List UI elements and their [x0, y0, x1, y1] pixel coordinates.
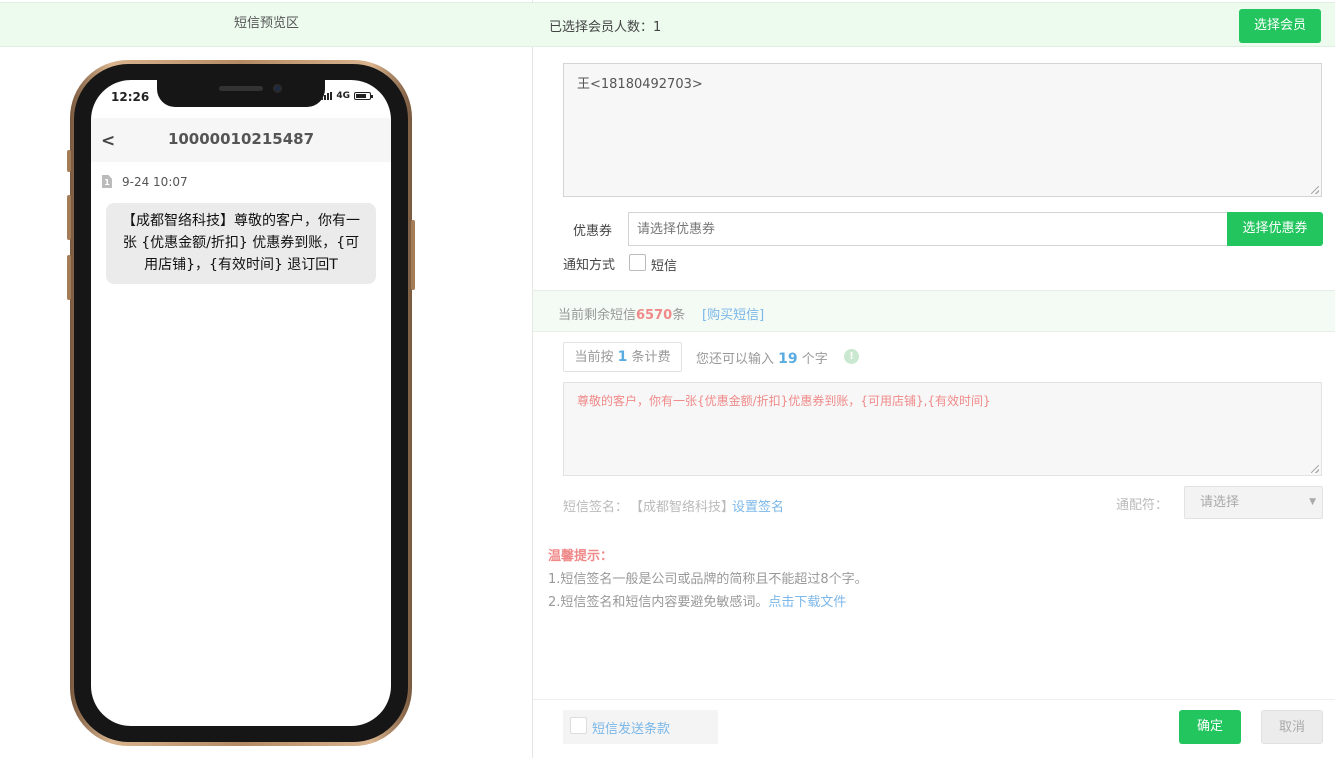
sms-content-textarea[interactable]: 尊敬的客户，你有一张{优惠金额/折扣}优惠券到账，{可用店铺},{有效时间}	[563, 382, 1322, 476]
sms-notify-label: 短信	[651, 259, 678, 274]
form-header: 已选择会员人数：1 选择会员	[533, 2, 1335, 47]
remain-suffix: 个字	[801, 352, 828, 367]
phone-side-button	[67, 195, 71, 240]
selected-member-entry: 王<18180492703>	[577, 77, 703, 92]
buy-sms-link[interactable]: [购买短信]	[702, 304, 764, 323]
chevron-down-icon: ▼	[1309, 497, 1316, 507]
selected-count-label: 已选择会员人数：	[549, 20, 654, 35]
info-icon[interactable]: !	[844, 349, 859, 364]
select-coupon-button[interactable]: 选择优惠券	[1227, 212, 1323, 246]
selected-member-count: 已选择会员人数：1	[549, 16, 661, 35]
tip-item: 2.短信签名和短信内容要避免敏感词。点击下载文件	[548, 591, 846, 610]
sms-quota-bar: 当前剩余短信6570条 [购买短信]	[533, 290, 1335, 332]
quota-prefix: 当前剩余短信	[558, 308, 637, 323]
sender-number: 10000010215487	[167, 130, 315, 148]
terms-link[interactable]: 短信发送条款	[592, 718, 670, 737]
billing-indicator: 当前按 1 条计费	[563, 342, 682, 372]
footer-divider	[533, 699, 1335, 700]
terms-checkbox[interactable]	[570, 717, 587, 734]
sms-compose-page: 短信预览区 12:26 4G < 10000010215487 1 9-24 1…	[0, 0, 1335, 758]
notify-method-label: 通知方式	[563, 258, 616, 273]
phone-notch	[157, 80, 325, 107]
billing-suffix: 条计费	[631, 350, 671, 365]
camera-icon	[273, 84, 282, 93]
preview-panel: 短信预览区 12:26 4G < 10000010215487 1 9-24 1…	[0, 0, 533, 758]
resize-handle-icon[interactable]	[1311, 186, 1319, 194]
network-label: 4G	[336, 91, 350, 101]
billing-prefix: 当前按	[574, 350, 614, 365]
phone-side-button	[67, 255, 71, 300]
phone-side-button	[67, 150, 71, 172]
remain-count: 19	[778, 351, 798, 367]
select-member-button[interactable]: 选择会员	[1239, 9, 1321, 43]
phone-screen: 12:26 4G < 10000010215487 1 9-24 10:07 【…	[91, 80, 391, 726]
cancel-button[interactable]: 取消	[1261, 710, 1323, 744]
wildcard-select[interactable]: 请选择 ▼	[1184, 486, 1323, 519]
confirm-button[interactable]: 确定	[1179, 710, 1241, 744]
battery-icon	[354, 92, 373, 100]
sms-content-text: 尊敬的客户，你有一张{优惠金额/折扣}优惠券到账，{可用店铺},{有效时间}	[577, 394, 991, 408]
signature-value: 【成都智络科技】	[630, 500, 735, 515]
preview-panel-title: 短信预览区	[0, 2, 533, 47]
coupon-input[interactable]	[628, 212, 1228, 246]
billing-count: 1	[617, 349, 628, 365]
selected-count-value: 1	[653, 20, 662, 35]
status-indicators: 4G	[321, 91, 373, 101]
wildcard-label: 通配符：	[1116, 498, 1169, 513]
quota-suffix: 条	[672, 308, 686, 323]
set-signature-link[interactable]: 设置签名	[732, 496, 784, 515]
message-header: < 10000010215487	[91, 118, 391, 162]
coupon-label: 优惠券	[573, 224, 613, 239]
tip2-text: 2.短信签名和短信内容要避免敏感词。	[548, 595, 769, 610]
signal-icon	[321, 92, 333, 100]
download-file-link[interactable]: 点击下载文件	[768, 595, 846, 610]
phone-side-button	[411, 220, 415, 290]
signature-label: 短信签名：	[563, 500, 629, 515]
selected-members-textarea[interactable]: 王<18180492703>	[563, 63, 1322, 197]
remain-prefix: 您还可以输入	[696, 352, 775, 367]
remaining-chars: 您还可以输入 19 个字	[696, 348, 828, 367]
compose-form: 已选择会员人数：1 选择会员 王<18180492703> 优惠券 选择优惠券 …	[533, 0, 1335, 758]
tips-title: 温馨提示：	[548, 549, 614, 564]
message-date: 9-24 10:07	[122, 175, 188, 189]
quota-count: 6570	[636, 308, 673, 323]
sms-notify-checkbox[interactable]	[629, 254, 646, 271]
speaker-icon	[219, 86, 263, 91]
phone-mockup: 12:26 4G < 10000010215487 1 9-24 10:07 【…	[67, 60, 415, 746]
sms-quota-text: 当前剩余短信6570条	[558, 304, 685, 323]
sim-card-icon: 1	[102, 175, 112, 188]
resize-handle-icon[interactable]	[1311, 465, 1319, 473]
sim-slot: 1	[104, 178, 110, 187]
phone-frame: 12:26 4G < 10000010215487 1 9-24 10:07 【…	[74, 64, 408, 742]
terms-agreement[interactable]: 短信发送条款	[563, 710, 718, 744]
status-time: 12:26	[111, 90, 150, 104]
wildcard-selected: 请选择	[1200, 495, 1240, 510]
message-bubble: 【成都智络科技】尊敬的客户，你有一张 {优惠金额/折扣} 优惠券到账，{可用店铺…	[106, 203, 376, 284]
tip-item: 1.短信签名一般是公司或品牌的简称且不能超过8个字。	[548, 572, 868, 587]
